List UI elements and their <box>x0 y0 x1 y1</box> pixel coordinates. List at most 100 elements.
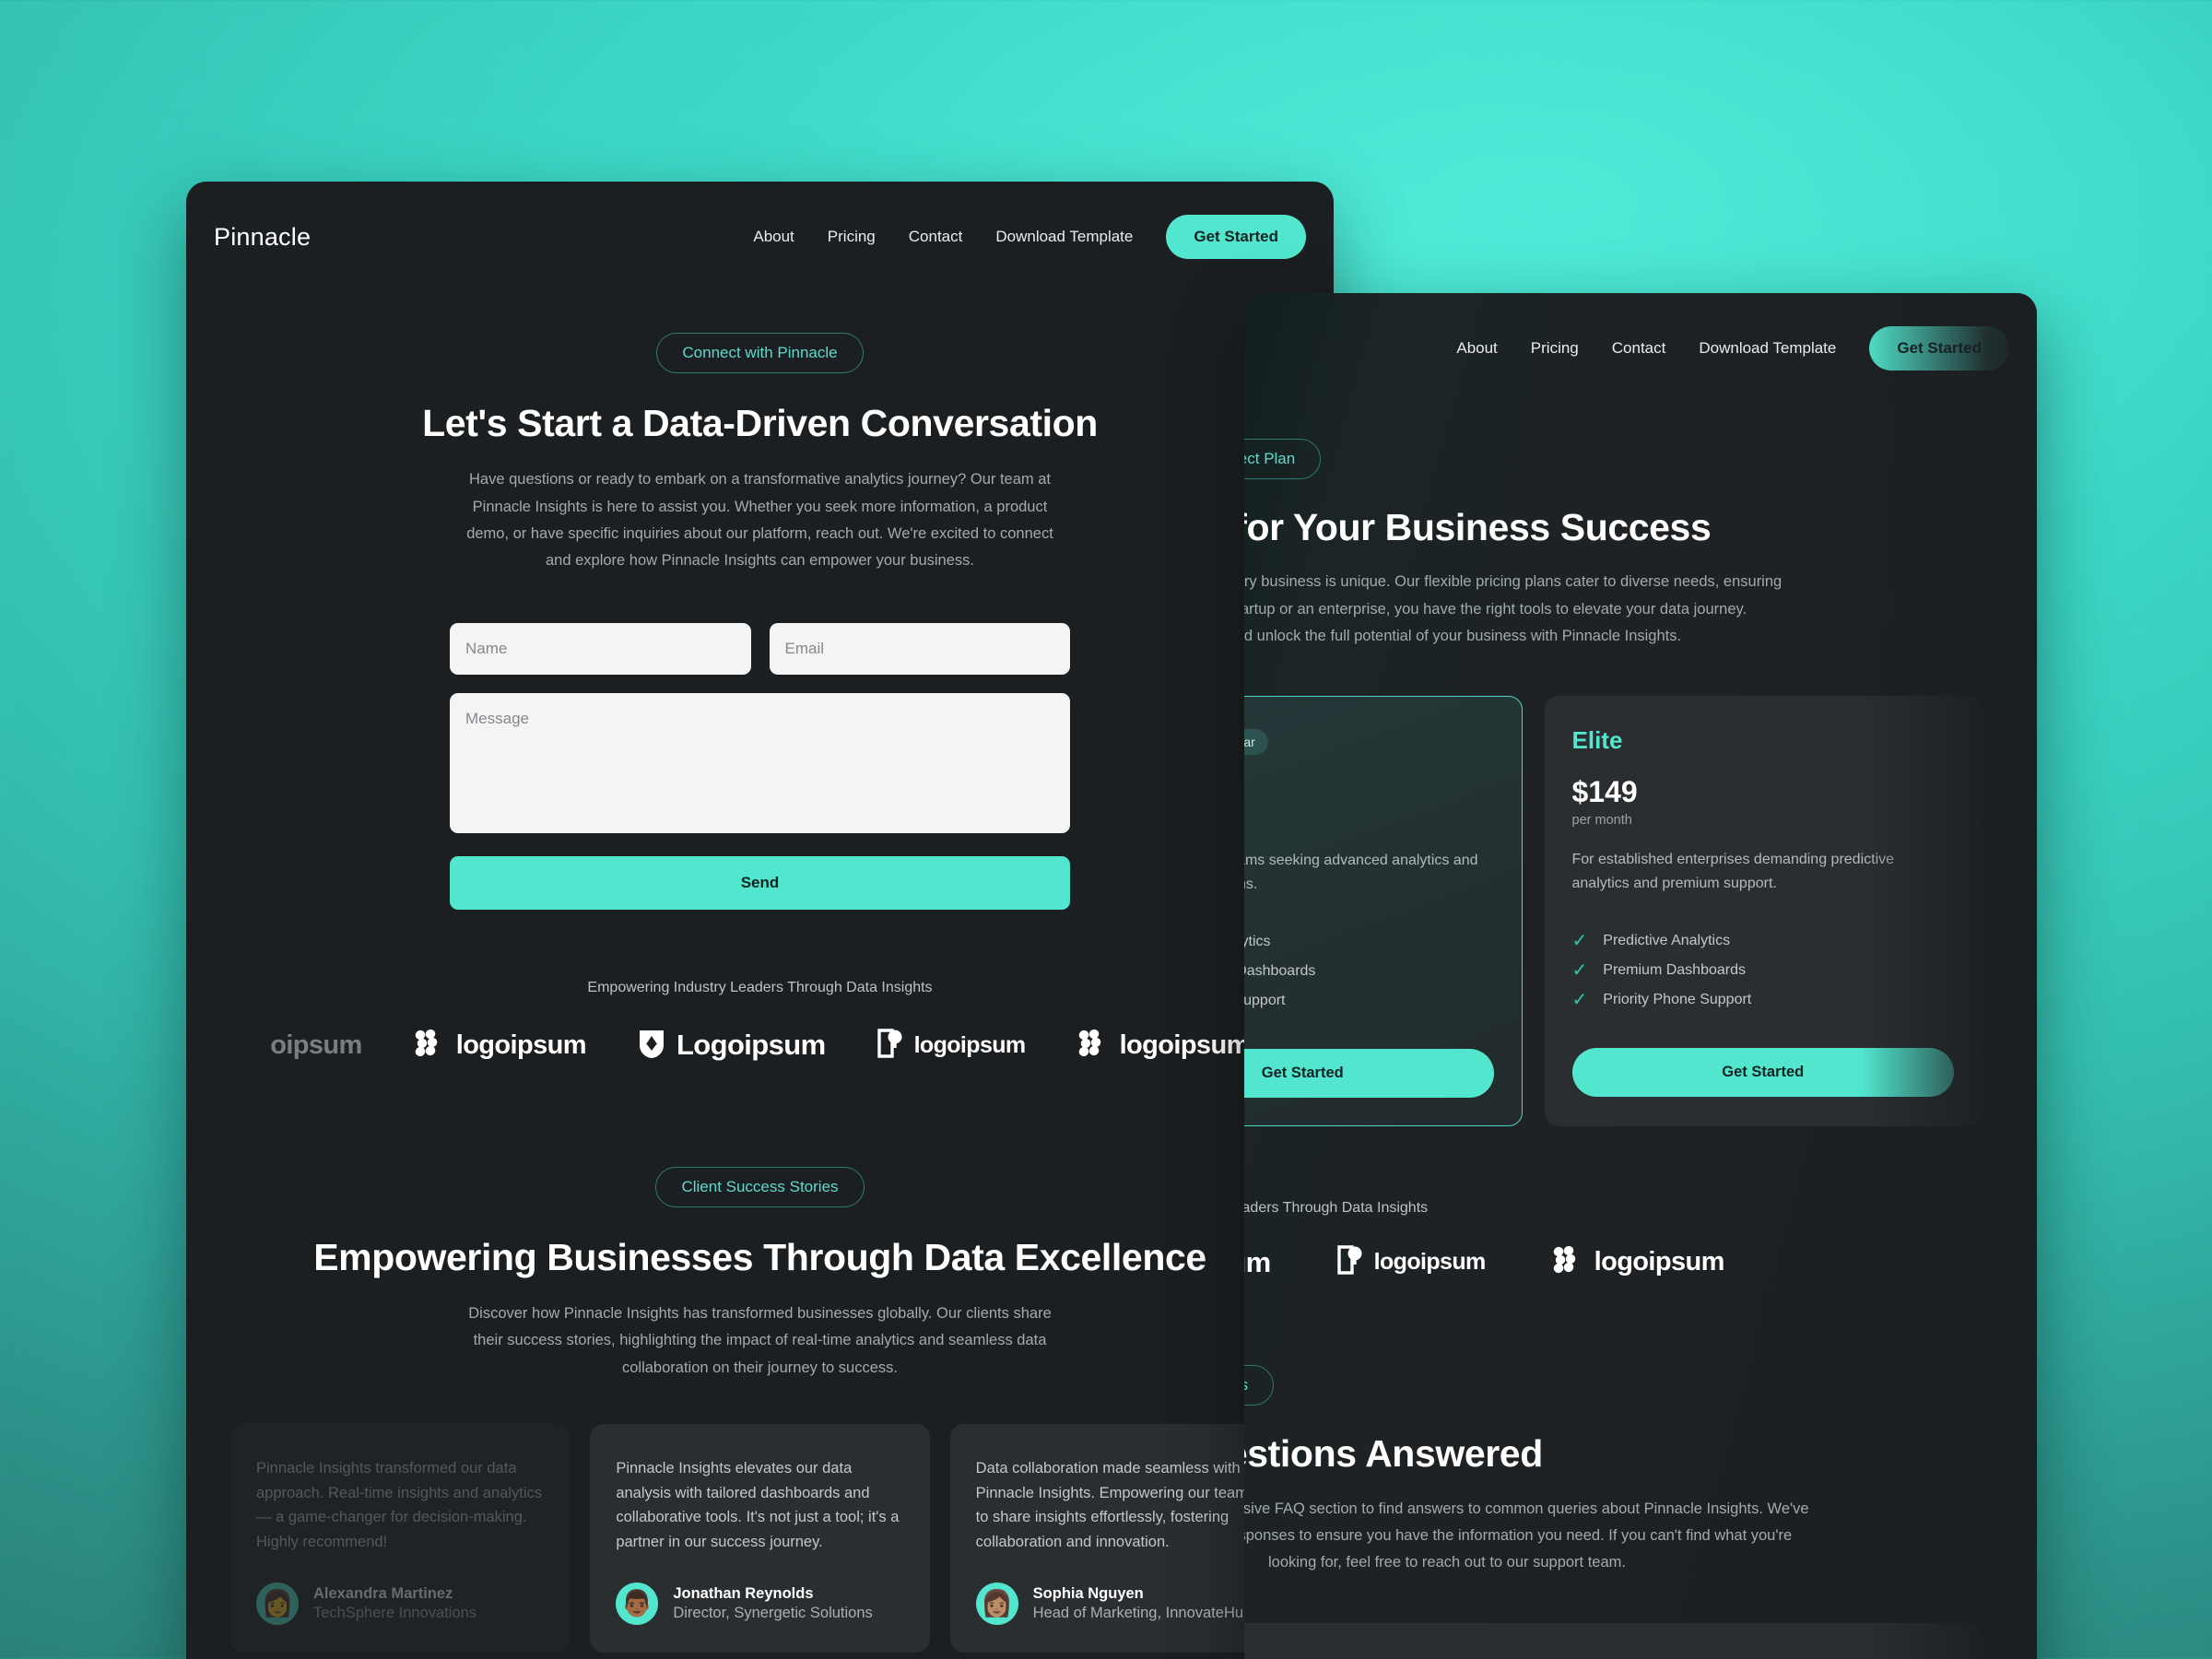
email-input[interactable] <box>769 622 1070 675</box>
logo-wordmark: logoipsum <box>1373 1249 1487 1276</box>
plan-get-started-button[interactable]: Get Started <box>1244 1049 1494 1099</box>
nav-link-contact[interactable]: Contact <box>1612 339 1666 358</box>
feature-item: ✓Priority Email Support <box>1244 986 1494 1016</box>
plan-features: ✓ Predictive Analytics ✓ Premium Dashboard… <box>1572 926 1955 1015</box>
pricing-content-clip: About Pricing Contact Download Template … <box>1244 293 2037 1659</box>
plan-card-elite: Elite $149 per month For established ent… <box>1544 696 1982 1127</box>
avatar: 👩 <box>256 1582 299 1625</box>
logo-item-tag: logoipsum <box>1336 1245 1487 1279</box>
logo-item-slashes-2: logoipsum <box>1077 1029 1251 1062</box>
author-role: Head of Marketing, InnovateHub <box>1032 1604 1253 1621</box>
pricing-page-panel: About Pricing Contact Download Template … <box>1244 293 2037 1659</box>
brand-logo[interactable]: Pinnacle <box>214 223 311 252</box>
nav-links: About Pricing Contact Download Template … <box>753 215 1306 259</box>
send-button[interactable]: Send <box>450 855 1070 910</box>
form-row-name-email <box>450 622 1070 675</box>
plan-period: per month <box>1244 814 1494 829</box>
author-name: Jonathan Reynolds <box>673 1584 814 1602</box>
plan-period: per month <box>1571 813 1632 829</box>
testimonials-description: Discover how Pinnacle Insights has trans… <box>468 1304 1052 1376</box>
shield-icon <box>638 1028 665 1064</box>
slashes-icon <box>1552 1246 1583 1278</box>
faq-section: Get Informed: FAQs Your Questions Answer… <box>1244 1280 2037 1576</box>
testimonial-text: Pinnacle Insights transformed our data a… <box>256 1459 542 1551</box>
plan-get-started-button[interactable]: Get Started <box>1571 1048 1954 1098</box>
testimonial-author: 👩🏽 Sophia Nguyen Head of Marketing, Inno… <box>975 1582 1264 1625</box>
name-input[interactable] <box>450 622 751 675</box>
contact-title: Let's Start a Data-Driven Conversation <box>422 402 1098 444</box>
check-icon: ✓ <box>1571 990 1588 1011</box>
slashes-icon <box>414 1029 445 1062</box>
testimonials-eyebrow-badge: Client Success Stories <box>655 1166 865 1207</box>
testimonial-text: Data collaboration made seamless with Pi… <box>975 1459 1248 1551</box>
nav-link-pricing[interactable]: Pricing <box>1531 339 1579 358</box>
logo-item-slashes: logoipsum <box>414 1029 587 1062</box>
pricing-eyebrow-badge: Discover Your Perfect Plan <box>1244 439 1322 479</box>
pricing-navbar: About Pricing Contact Download Template … <box>1244 293 2037 378</box>
nav-link-download-template[interactable]: Download Template <box>1699 339 1836 358</box>
get-started-button[interactable]: Get Started <box>1869 326 2009 371</box>
faq-accordion-item[interactable] <box>1244 1622 1982 1659</box>
testimonials-section: Client Success Stories Empowering Busine… <box>186 1166 1334 1659</box>
nav-link-contact[interactable]: Contact <box>909 228 963 246</box>
get-started-button[interactable]: Get Started <box>1166 215 1306 259</box>
pricing-plans: Pro Most Popular $69 per month Ideal for… <box>1244 696 1982 1127</box>
plan-price: $69 <box>1244 776 1494 810</box>
faq-description: Explore our comprehensive FAQ section to… <box>1244 1500 1809 1571</box>
plan-header: Pro Most Popular <box>1244 727 1494 756</box>
testimonial-author: 👩 Alexandra Martinez TechSphere Innovati… <box>256 1582 544 1625</box>
nav-link-pricing[interactable]: Pricing <box>828 228 876 246</box>
author-name: Alexandra Martinez <box>313 1584 453 1602</box>
contact-page-panel: Pinnacle About Pricing Contact Download … <box>186 182 1334 1659</box>
feature-item: ✓ Priority Phone Support <box>1572 985 1955 1015</box>
logo-item-tag: logoipsum <box>877 1028 1027 1063</box>
check-icon: ✓ <box>1571 931 1588 952</box>
logo-wordmark: Logoipsum <box>1244 1245 1271 1278</box>
testimonial-row-1: Pinnacle Insights transformed our data a… <box>186 1423 1334 1653</box>
logo-wordmark: logoipsum <box>1119 1030 1251 1060</box>
logo-item-partial: oipsum <box>270 1030 362 1061</box>
feature-item: ✓ Predictive Analytics <box>1572 926 1955 956</box>
testimonial-author: 👨🏾 Jonathan Reynolds Director, Synergeti… <box>616 1582 903 1625</box>
logo-wordmark: logoipsum <box>455 1030 587 1060</box>
avatar: 👩🏽 <box>975 1582 1018 1625</box>
plan-header: Elite <box>1572 726 1955 755</box>
message-textarea[interactable] <box>450 692 1070 833</box>
pricing-title: Tailored for Your Business Success <box>1244 506 1712 548</box>
most-popular-badge: Most Popular <box>1244 728 1268 755</box>
tag-icon <box>877 1028 903 1063</box>
logo-wordmark: logoipsum <box>913 1031 1027 1058</box>
check-icon: ✓ <box>1571 960 1588 982</box>
author-name: Sophia Nguyen <box>1032 1584 1144 1602</box>
feature-label: Advanced Analytics <box>1244 934 1271 950</box>
tag-icon <box>1336 1245 1363 1279</box>
logo-item-shield: Logoipsum <box>638 1028 826 1064</box>
logo-strip-caption: Empowering Industry Leaders Through Data… <box>587 979 933 995</box>
feature-label: Customizable Dashboards <box>1244 963 1316 980</box>
feature-label: Premium Dashboards <box>1603 962 1746 979</box>
logo-wordmark: oipsum <box>270 1030 362 1060</box>
plan-description: Ideal for growing teams seeking advanced… <box>1244 853 1478 892</box>
logo-wordmark: logoipsum <box>1594 1247 1725 1277</box>
feature-item: ✓Advanced Analytics <box>1244 927 1494 957</box>
logo-list: oipsum logoipsum Logoipsum logoipsum log… <box>186 1028 1334 1064</box>
plan-price: $149 <box>1571 775 1638 809</box>
plan-name: Elite <box>1571 726 1623 755</box>
contact-navbar: Pinnacle About Pricing Contact Download … <box>186 182 1334 266</box>
pricing-logo-strip: Empowering Industry Leaders Through Data… <box>1244 1200 2037 1280</box>
nav-link-download-template[interactable]: Download Template <box>995 228 1133 246</box>
nav-link-about[interactable]: About <box>1456 339 1497 358</box>
testimonial-text: Pinnacle Insights elevates our data anal… <box>616 1459 900 1551</box>
contact-description: Have questions or ready to embark on a t… <box>466 471 1053 570</box>
contact-logo-strip: Empowering Industry Leaders Through Data… <box>186 980 1334 1064</box>
pricing-description: We understand that every business is uni… <box>1244 573 1783 644</box>
plan-description: For established enterprises demanding pr… <box>1571 852 1895 891</box>
testimonial-card: Pinnacle Insights transformed our data a… <box>230 1423 571 1653</box>
contact-hero: Connect with Pinnacle Let's Start a Data… <box>186 266 1334 910</box>
author-role: Director, Synergetic Solutions <box>673 1604 873 1621</box>
nav-link-about[interactable]: About <box>753 228 794 246</box>
feature-item: ✓ Premium Dashboards <box>1572 956 1955 985</box>
feature-label: Priority Email Support <box>1244 993 1286 1009</box>
pricing-hero: Discover Your Perfect Plan Tailored for … <box>1244 378 2037 1127</box>
logo-strip-caption: Empowering Industry Leaders Through Data… <box>1244 1200 1429 1217</box>
